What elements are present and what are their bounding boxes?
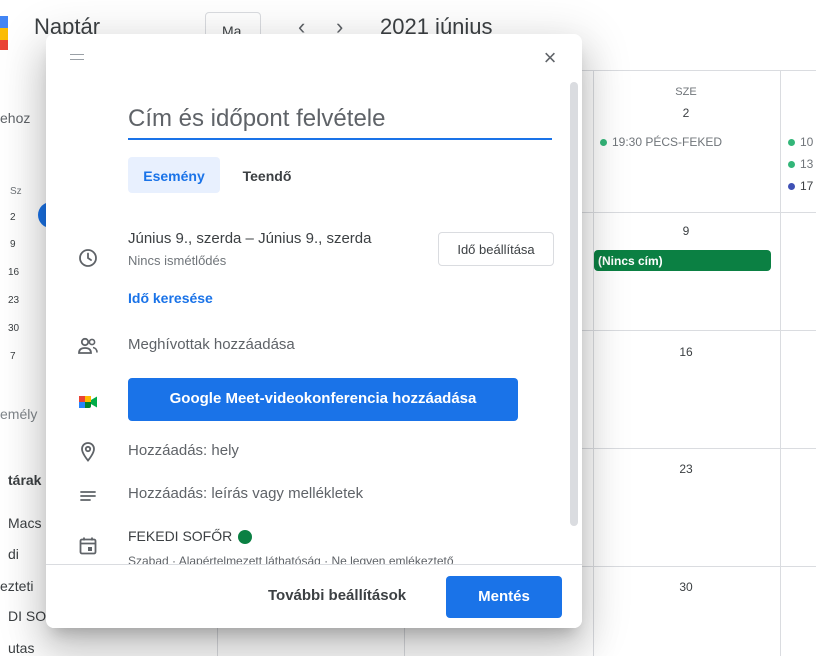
calendar-list-item[interactable]: DI SO [8,608,46,624]
my-calendars-heading[interactable]: tárak [8,472,41,488]
drag-handle-icon[interactable] [70,54,84,60]
event-title: 19:30 PÉCS-FEKED [612,135,723,149]
tab-task[interactable]: Teendő [232,157,302,193]
quick-event-dialog: × Esemény Teendő Június 9., szerda – Jún… [46,34,582,628]
add-meet-button[interactable]: Google Meet-videokonferencia hozzáadása [128,378,518,421]
event-title: 10 [800,135,814,149]
set-time-button[interactable]: Idő beállítása [438,232,554,266]
calendar-list-item[interactable]: ezteti [0,578,33,594]
calendar-list-item[interactable]: utas [8,640,34,656]
calendar-color-dot-icon [238,530,253,545]
create-button[interactable]: ehoz [0,110,30,126]
event-item[interactable]: 10 [788,135,813,149]
calendar-name: FEKEDI SOFŐR [128,528,233,544]
close-icon[interactable]: × [534,42,566,74]
event-dot-icon [788,139,795,147]
day-number[interactable]: 16 [636,345,736,359]
description-icon [76,484,100,508]
mini-day[interactable]: 23 [8,295,19,306]
calendar-selector[interactable]: FEKEDI SOFŐR [128,528,253,545]
mini-day[interactable]: 30 [8,323,19,334]
people-icon [76,334,100,358]
event-item[interactable]: 13 [788,157,813,171]
location-pin-icon [76,440,100,464]
event-item[interactable]: 19:30 PÉCS-FEKED [600,135,722,149]
dialog-scrollbar[interactable] [570,82,578,526]
mini-day[interactable]: 7 [10,351,16,362]
tab-event[interactable]: Esemény [128,157,220,193]
event-dot-icon [600,139,607,147]
dialog-footer: További beállítások Mentés [46,564,582,628]
event-dot-icon [788,161,795,169]
calendar-list-item[interactable]: di [8,546,19,562]
mini-weekday: Sz [10,186,22,197]
grid-column-divider [593,70,594,656]
day-number[interactable]: 9 [636,224,736,238]
day-header: SZE [675,86,697,98]
find-time-link[interactable]: Idő keresése [128,290,213,306]
save-button[interactable]: Mentés [446,576,562,618]
calendar-list-item[interactable]: Macs [8,515,41,531]
google-meet-icon [76,390,100,414]
day-number[interactable]: 2 [636,106,736,120]
calendar-logo-icon [0,16,18,50]
day-number[interactable]: 23 [636,462,736,476]
mini-day[interactable]: 2 [10,212,16,223]
event-title: 13 [800,157,814,171]
event-title: 17 [800,179,814,193]
event-title-input[interactable] [128,100,552,140]
event-item[interactable]: 17 [788,179,813,193]
day-number[interactable]: 30 [636,580,736,594]
event-dot-icon [788,183,795,191]
date-range[interactable]: Június 9., szerda – Június 9., szerda [128,230,371,247]
repeat-setting[interactable]: Nincs ismétlődés [128,253,226,268]
mini-day[interactable]: 9 [10,239,16,250]
calendar-icon [76,534,100,558]
search-people-input[interactable]: emély [0,406,37,422]
more-options-button[interactable]: További beállítások [268,587,406,604]
mini-day[interactable]: 16 [8,267,19,278]
no-title-event-chip[interactable]: (Nincs cím) [594,250,771,271]
add-guests-input[interactable]: Meghívottak hozzáadása [128,336,295,353]
grid-column-divider [780,70,781,656]
add-location-input[interactable]: Hozzáadás: hely [128,442,239,459]
add-description-input[interactable]: Hozzáadás: leírás vagy mellékletek [128,485,363,502]
clock-icon [76,246,100,270]
